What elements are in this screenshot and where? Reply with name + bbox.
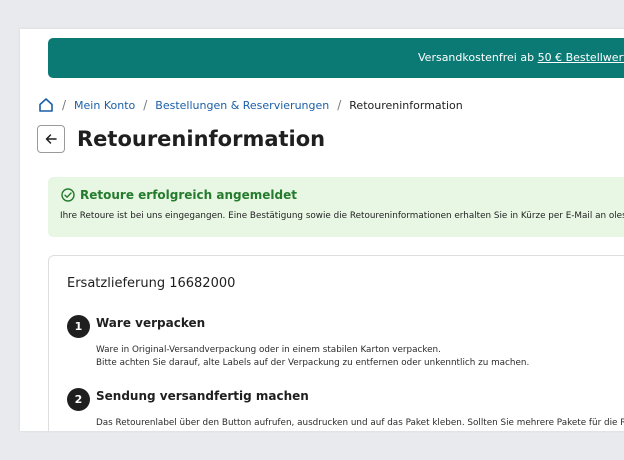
breadcrumb-separator: / xyxy=(143,98,148,112)
arrow-left-icon xyxy=(45,134,57,144)
step-text: Ware in Original-Versandverpackung oder … xyxy=(96,345,441,355)
step-title: Ware verpacken xyxy=(96,316,206,330)
breadcrumb-separator: / xyxy=(62,98,67,112)
step-number: 1 xyxy=(67,315,90,338)
success-message: Ihre Retoure ist bei uns eingegangen. Ei… xyxy=(60,211,624,221)
shipping-banner: Versandkostenfrei ab 50 € Bestellwert xyxy=(48,38,624,78)
back-button[interactable] xyxy=(37,125,65,153)
success-title: Retoure erfolgreich angemeldet xyxy=(80,188,297,202)
success-alert: Retoure erfolgreich angemeldet Ihre Reto… xyxy=(48,177,624,237)
card-title: Ersatzlieferung 16682000 xyxy=(67,276,236,291)
page-title: Retoureninformation xyxy=(77,127,326,151)
return-card: Ersatzlieferung 16682000 1 Ware verpacke… xyxy=(48,255,624,431)
success-heading: Retoure erfolgreich angemeldet xyxy=(61,188,297,202)
breadcrumb: / Mein Konto / Bestellungen & Reservieru… xyxy=(38,96,463,114)
breadcrumb-separator: / xyxy=(337,98,342,112)
step-title: Sendung versandfertig machen xyxy=(96,389,309,403)
breadcrumb-item-mein-konto[interactable]: Mein Konto xyxy=(74,99,135,112)
step-number: 2 xyxy=(67,388,90,411)
banner-link[interactable]: 50 € Bestellwert xyxy=(538,51,624,64)
step-text: Das Retourenlabel über den Button aufruf… xyxy=(96,418,624,428)
breadcrumb-current: Retoureninformation xyxy=(349,98,463,112)
banner-text: Versandkostenfrei ab 50 € Bestellwert xyxy=(418,51,624,64)
step-text: Bitte achten Sie darauf, alte Labels auf… xyxy=(96,358,530,368)
breadcrumb-item-bestellungen[interactable]: Bestellungen & Reservierungen xyxy=(155,99,329,112)
check-circle-icon xyxy=(61,188,75,202)
home-icon[interactable] xyxy=(38,97,54,113)
page-frame: Versandkostenfrei ab 50 € Bestellwert / … xyxy=(20,29,624,431)
banner-label: Versandkostenfrei ab xyxy=(418,51,538,64)
